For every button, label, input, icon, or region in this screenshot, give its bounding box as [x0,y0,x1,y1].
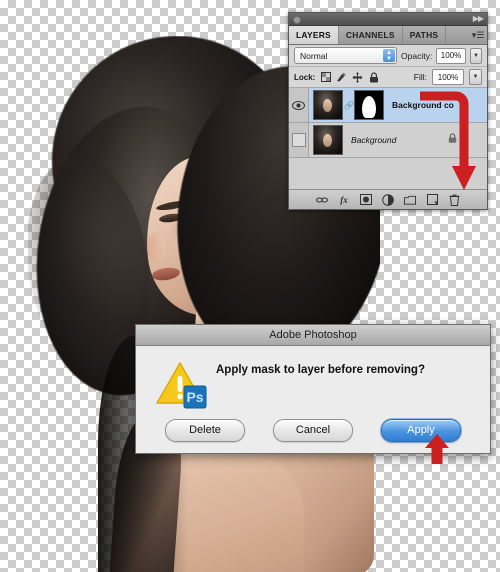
layer-thumbnail-image [314,91,342,119]
fill-input[interactable]: 100% [432,69,464,85]
layer-mask-image [355,91,383,119]
blend-mode-value: Normal [300,50,328,61]
layer-style-fx-icon[interactable]: fx [338,194,350,206]
warning-triangle-icon: Ps [152,360,214,410]
dialog-title: Adobe Photoshop [269,329,357,341]
table-row[interactable]: 🔗 Background co [289,88,487,123]
dialog-titlebar[interactable]: Adobe Photoshop [136,325,490,346]
delete-layer-icon[interactable] [448,194,460,206]
tab-layers[interactable]: LAYERS [289,26,339,44]
ps-badge-text: Ps [186,389,203,405]
fill-label: Fill: [413,72,427,82]
layers-panel-toolbar[interactable]: fx [289,189,487,209]
panel-tabs[interactable]: LAYERS CHANNELS PATHS ▾☰ [289,26,487,45]
lock-position-icon[interactable] [352,71,363,83]
table-row[interactable]: Background [289,123,487,158]
layer-visibility-toggle[interactable] [289,88,309,122]
apply-button-label: Apply [407,424,435,436]
tabs-spacer [446,26,469,44]
lock-icon [448,133,457,145]
link-layers-icon[interactable] [316,194,328,206]
layer-thumbnail-image [314,126,342,154]
fill-chevron-down-icon[interactable]: ▼ [469,69,482,85]
lock-label: Lock: [294,72,316,82]
delete-button[interactable]: Delete [165,418,245,442]
lock-row[interactable]: Lock: Fill: 100% ▼ [289,67,487,88]
dialog-body: Ps Apply mask to layer before removing? [136,346,490,410]
dialog-message: Apply mask to layer before removing? [216,364,425,376]
cancel-button-label: Cancel [295,424,331,436]
new-adjustment-layer-icon[interactable] [382,193,394,206]
layers-panel[interactable]: ▶▶ LAYERS CHANNELS PATHS ▾☰ Normal ▲ ▼ Op… [288,12,488,210]
layers-list[interactable]: 🔗 Background co Background [289,88,487,189]
layer-mask-thumbnail[interactable] [354,90,384,120]
delete-button-label: Delete [189,424,221,436]
opacity-value: 100% [440,51,462,60]
panel-menu-icon[interactable]: ▾☰ [469,26,487,44]
opacity-chevron-down-icon[interactable]: ▼ [469,47,482,64]
tab-paths[interactable]: PATHS [403,26,447,44]
new-group-icon[interactable] [404,194,416,206]
apply-button[interactable]: Apply [381,418,461,442]
dialog-buttons[interactable]: Delete Cancel Apply [136,410,490,456]
chevron-updown-icon[interactable]: ▲ ▼ [383,49,395,62]
panel-close-dot-icon[interactable] [293,16,301,24]
cancel-button[interactable]: Cancel [273,418,353,442]
add-layer-mask-icon[interactable] [360,194,372,206]
panel-titlebar[interactable]: ▶▶ [289,13,487,26]
nose [145,231,167,263]
apply-mask-dialog[interactable]: Adobe Photoshop Ps Apply mask to layer b… [135,324,491,454]
opacity-input[interactable]: 100% [436,47,466,64]
link-icon[interactable]: 🔗 [344,101,354,110]
layer-visibility-toggle[interactable] [289,123,309,157]
tab-paths-label: PATHS [409,30,439,40]
lock-transparent-pixels-icon[interactable] [320,72,331,83]
eye-icon [292,100,305,110]
layer-thumbnail[interactable] [313,125,343,155]
eye-off-icon [291,133,306,147]
layer-thumbnail[interactable] [313,90,343,120]
fill-value: 100% [437,72,459,82]
collapse-icon[interactable]: ▶▶ [473,15,484,23]
new-layer-icon[interactable] [426,194,438,206]
lock-image-pixels-icon[interactable] [336,72,347,83]
blend-mode-row[interactable]: Normal ▲ ▼ Opacity: 100% ▼ [289,45,487,67]
tab-layers-label: LAYERS [296,30,331,40]
layer-name[interactable]: Background [351,135,396,145]
tab-channels[interactable]: CHANNELS [339,26,403,44]
blend-mode-select[interactable]: Normal ▲ ▼ [294,47,397,64]
tab-channels-label: CHANNELS [345,30,395,40]
layer-name[interactable]: Background co [392,100,454,110]
lock-all-icon[interactable] [368,71,379,83]
opacity-label: Opacity: [401,50,433,61]
